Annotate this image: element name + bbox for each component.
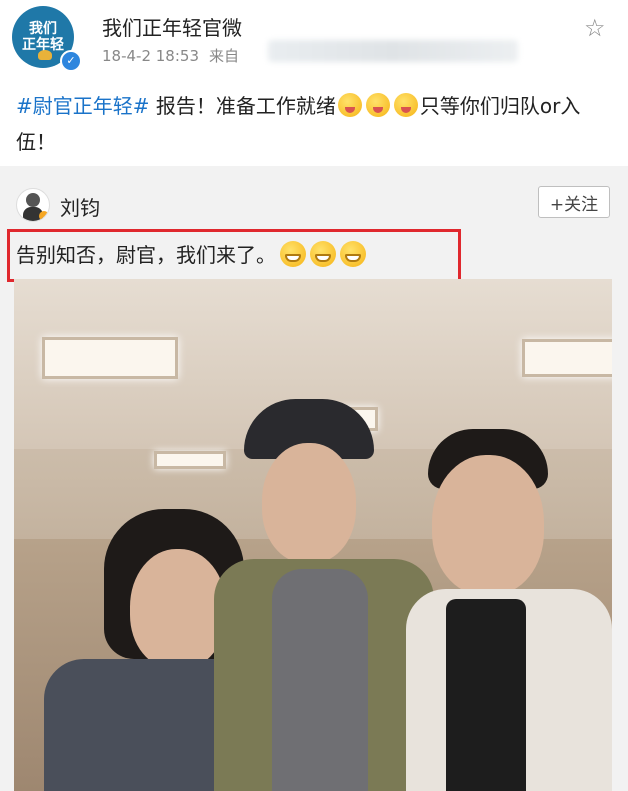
timestamp-text: 18-4-2 18:53 (102, 47, 199, 65)
star-icon[interactable]: ☆ (584, 14, 606, 42)
verified-badge-icon: ✓ (60, 50, 82, 72)
tongue-out-emoji-icon (393, 93, 418, 117)
topic-link[interactable]: #尉官正年轻# (16, 94, 150, 118)
person-right (406, 429, 612, 791)
army-emblem-icon (38, 50, 52, 60)
repost-user-avatar[interactable] (16, 188, 50, 222)
ceiling-light (42, 337, 178, 379)
original-post: 我们 正年轻 ✓ 我们正年轻官微 18-4-2 18:53 来自 ☆ #尉官正年轻… (0, 0, 628, 166)
ceiling-light (522, 339, 612, 377)
source-prefix: 来自 (209, 47, 240, 65)
follow-button[interactable]: +关注 (538, 186, 610, 218)
verified-badge-icon (39, 211, 49, 221)
post-timestamp: 18-4-2 18:53 来自 (102, 45, 239, 66)
person-middle (214, 399, 434, 791)
post-text-part1: 报告！准备工作就绪 (149, 94, 336, 118)
tongue-out-emoji-icon (337, 93, 362, 117)
avatar-head (26, 193, 40, 207)
repost-text-content: 告别知否，尉官，我们来了。 (16, 243, 276, 267)
account-name[interactable]: 我们正年轻官微 (102, 12, 242, 41)
avatar-text-line1: 我们 (29, 21, 57, 37)
group-photo[interactable] (14, 279, 612, 791)
repost-user-name[interactable]: 刘钧 (60, 192, 100, 221)
grin-emoji-icon (310, 241, 336, 267)
repost-card: 刘钧 +关注 告别知否，尉官，我们来了。 (0, 166, 628, 791)
post-text: #尉官正年轻# 报告！准备工作就绪 只等你们归队or入伍！ (16, 88, 616, 160)
blurred-source-area (268, 40, 518, 62)
repost-text: 告别知否，尉官，我们来了。 (16, 239, 366, 268)
tongue-out-emoji-icon (365, 93, 390, 117)
grin-emoji-icon (280, 241, 306, 267)
grin-emoji-icon (340, 241, 366, 267)
